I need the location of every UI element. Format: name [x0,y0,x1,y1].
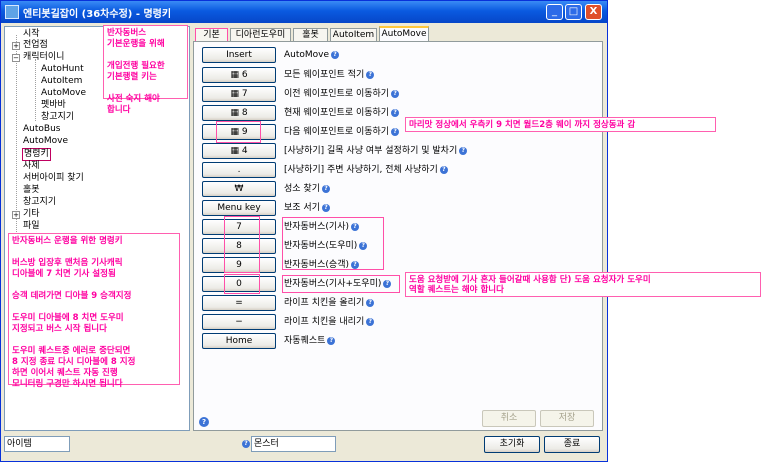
window-title: 엔티봇길잡이 (36차수정) - 명령키 [23,9,172,20]
title-bar[interactable]: 엔티봇길잡이 (36차수정) - 명령키 _ □ X [1,1,607,23]
tree-item-store[interactable]: 전업점 [23,40,48,51]
tree-item-automove-2[interactable]: AutoMove [23,136,68,147]
highlight-box [282,275,400,293]
hotkey-button-num6[interactable]: ▦ 6 [202,67,276,83]
tree-item-hotkeys-selected[interactable]: 명령키 [22,148,51,161]
tree-item-autobus[interactable]: AutoBus [23,124,60,135]
hotkey-label: [사냥하기] 주변 사냥하기, 전체 사냥하기? [284,164,448,176]
save-button[interactable]: 저장 [540,410,594,427]
cancel-button[interactable]: 취소 [482,410,536,427]
hotkey-label: 다음 웨이포인트로 이동하기? [284,126,400,138]
hotkey-button-minus[interactable]: − [202,314,276,330]
highlight-box [224,274,260,294]
hotkey-label: AutoMove? [284,49,340,61]
hotkey-button-menu-key[interactable]: Menu key [202,200,276,216]
hotkey-button-num4[interactable]: ▦ 4 [202,143,276,159]
hotkey-label: 이전 웨이포인트로 이동하기? [284,88,400,100]
minimize-button[interactable]: _ [546,4,563,20]
question-circle-icon[interactable]: ? [321,203,330,212]
hotkey-label: 자동퀘스트? [284,335,336,347]
highlight-box [224,216,260,273]
tab-holbot[interactable]: 홀봇 [293,28,328,42]
hotkey-button-won[interactable]: ₩ [202,181,276,197]
tab-basic[interactable]: 기본 [195,28,228,42]
annotation-bus-instructions: 반자동버스 운행을 위한 명령키 버스방 입장후 맨처음 기사캐릭 디아블에 7… [8,233,180,389]
tree-item-storage[interactable]: 창고지기 [41,112,74,123]
tree-expander-minus[interactable]: − [12,54,20,62]
tree-item-server-ip[interactable]: 서버아이피 찾기 [23,173,84,184]
question-circle-icon[interactable]: ? [391,108,400,117]
tab-diablo-helper[interactable]: 디아런도우미 [230,28,291,42]
hotkey-label: 현재 웨이포인트로 이동하기? [284,107,400,119]
help-icon[interactable]: ? [199,417,209,427]
tree-connector-line [16,35,17,240]
tree-item-storage-2[interactable]: 창고지기 [23,197,56,208]
tree-item-priest[interactable]: 사제 [23,161,40,172]
hotkey-button-home[interactable]: Home [202,333,276,349]
monster-field[interactable]: 몬스터 [251,436,336,452]
annotation-bus-basics: 반자동버스 기본운행을 위해 개입전행 필요한 기본행렬 키는 사전 숙지 해야… [103,25,188,115]
tree-item-start[interactable]: 시작 [23,29,40,40]
hotkey-button-num8[interactable]: ▦ 8 [202,105,276,121]
question-circle-icon[interactable]: ? [321,184,330,193]
tree-expander-plus[interactable]: + [12,42,20,50]
question-circle-icon[interactable]: ? [391,89,400,98]
hotkey-button-num7[interactable]: ▦ 7 [202,86,276,102]
highlight-box [216,121,261,143]
hotkey-label: 라이프 치킨을 올리기? [284,297,375,309]
question-circle-icon[interactable]: ? [242,440,250,448]
hotkey-label: 보조 서기? [284,202,330,214]
item-field[interactable]: 아이템 [4,436,70,452]
tree-expander-plus[interactable]: + [12,211,20,219]
tree-item-autoitem[interactable]: AutoItem [41,76,82,87]
tab-autoitem[interactable]: AutoItem [330,28,377,42]
tree-item-character[interactable]: 캐릭터이니 [23,52,64,63]
tree-item-holbot[interactable]: 홀봇 [23,185,40,196]
hotkey-label: 성소 찾기? [284,183,330,195]
annotation-row-num9: 마리맛 정상에서 우측키 9 치면 월드2층 웨이 까지 정상동과 감 [405,117,716,132]
hotkey-label: [사냥하기] 길목 사냥 여부 설정하기 및 발차기? [284,145,468,157]
question-circle-icon[interactable]: ? [366,298,375,307]
tree-connector-line [35,59,36,121]
maximize-button[interactable]: □ [565,4,582,20]
close-button[interactable]: X [585,4,602,20]
tree-item-autohunt[interactable]: AutoHunt [41,64,84,75]
exit-button[interactable]: 종료 [544,436,600,453]
tab-automove[interactable]: AutoMove [379,26,429,42]
app-icon [5,5,19,19]
tree-item-pet[interactable]: 펫바바 [41,100,66,111]
question-circle-icon[interactable]: ? [439,165,448,174]
tree-item-etc[interactable]: 기타 [23,209,40,220]
hotkey-button-period[interactable]: . [202,162,276,178]
question-circle-icon[interactable]: ? [459,146,468,155]
hotkey-button-equals[interactable]: = [202,295,276,311]
question-circle-icon[interactable]: ? [391,127,400,136]
tree-item-file[interactable]: 파일 [23,221,40,232]
highlight-box [282,217,384,270]
question-circle-icon[interactable]: ? [331,50,340,59]
tree-item-automove[interactable]: AutoMove [41,88,86,99]
hotkey-button-insert[interactable]: Insert [202,47,276,63]
annotation-row-0: 도움 요청받에 기사 혼자 들어갈때 사용함 단) 도움 요청자가 도우미 역할… [405,272,761,297]
reset-button[interactable]: 초기화 [484,436,540,453]
hotkey-panel: Insert AutoMove? ▦ 6 모든 웨이포인트 적기? ▦ 7 이전… [193,41,603,431]
question-circle-icon[interactable]: ? [366,70,375,79]
question-circle-icon[interactable]: ? [366,317,375,326]
hotkey-label: 라이프 치킨을 내리기? [284,316,375,328]
hotkey-label: 모든 웨이포인트 적기? [284,69,375,81]
question-circle-icon[interactable]: ? [327,336,336,345]
main-window: 엔티봇길잡이 (36차수정) - 명령키 _ □ X 시작 + 전업점 − 캐릭… [0,0,608,462]
